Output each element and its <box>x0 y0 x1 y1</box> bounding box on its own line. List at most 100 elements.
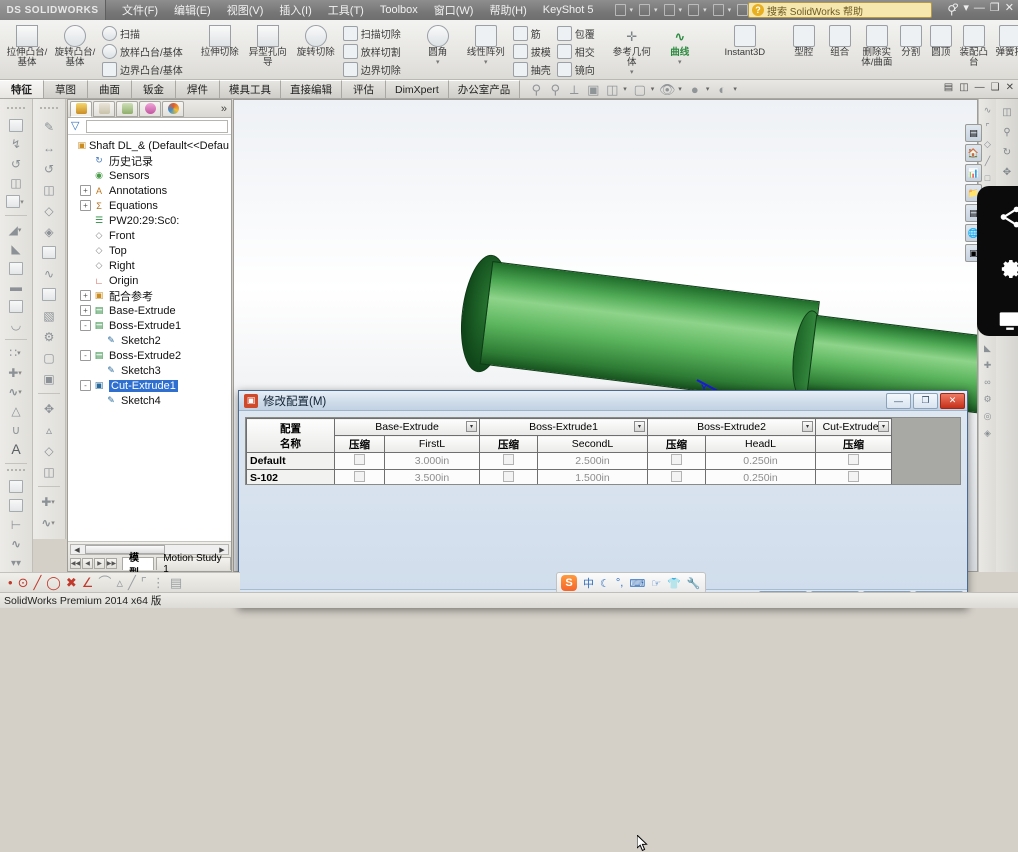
scroll-left-icon[interactable]: ◀ <box>71 545 83 554</box>
tangent-arc-icon[interactable]: ⌒ <box>98 576 111 589</box>
display-delete-relations-icon[interactable]: ∞ <box>981 375 995 389</box>
dialog-close-icon[interactable]: ✕ <box>940 392 965 409</box>
sogou-logo-icon[interactable]: S <box>561 575 577 591</box>
extrude-cut-button[interactable]: 拉伸切除 <box>196 22 244 80</box>
menu-item-view[interactable]: 视图(V) <box>219 0 272 20</box>
skin-icon[interactable]: 👕 <box>667 577 681 590</box>
tree-item-history[interactable]: ↻ 历史记录 <box>70 153 229 168</box>
table-row[interactable]: Default 3.000in 2.500in 0.250in <box>246 452 892 470</box>
move-face-tool-icon[interactable]: ◇ <box>38 441 60 460</box>
group-header-base-extrude[interactable]: Base-Extrude ▾ <box>334 418 480 436</box>
fillet-caret-icon[interactable]: ▾ <box>436 58 440 66</box>
reference-geometry-tool-icon[interactable]: ✚ ▾ <box>5 364 27 381</box>
pattern-tool-icon[interactable]: ✥ <box>38 399 60 418</box>
zoom-to-area-icon[interactable]: ⚲ <box>547 82 563 97</box>
save-icon[interactable] <box>661 2 678 18</box>
new-document-caret-icon[interactable]: ▾ <box>630 6 634 14</box>
curves-tool-icon[interactable]: ∿ ▾ <box>5 383 27 400</box>
wrap-tool-icon[interactable] <box>38 243 60 262</box>
open-document-icon[interactable] <box>636 2 653 18</box>
menu-item-toolbox[interactable]: Toolbox <box>372 2 426 18</box>
expander[interactable] <box>92 335 103 346</box>
spline-tool-icon[interactable]: ∿ <box>5 536 27 553</box>
tree-item-boss-extrude2[interactable]: - ▤ Boss-Extrude2 <box>70 348 229 363</box>
offset-icon[interactable]: ╱ <box>128 576 136 589</box>
expand-toolbar-icon[interactable]: ▾▾ <box>5 555 27 572</box>
print-caret-icon[interactable]: ▾ <box>703 6 707 14</box>
first-tab-icon[interactable]: ◀◀ <box>70 558 81 569</box>
draft-button[interactable]: 拔模 <box>510 42 554 60</box>
expander[interactable]: + <box>80 185 91 196</box>
gear-icon[interactable] <box>995 254 1018 284</box>
reference-geometry-button[interactable]: ✛ 参考几何体 ▾ <box>608 22 656 80</box>
tab-sketch[interactable]: 草图 <box>44 80 88 98</box>
tree-item-right-plane[interactable]: ◇ Right <box>70 258 229 273</box>
construction-geometry-icon[interactable]: ⋮ <box>152 576 165 589</box>
loft-cut-button[interactable]: 放样切割 <box>340 42 404 60</box>
sketch-entities-icon[interactable]: ∿ <box>981 103 995 117</box>
menu-item-tools[interactable]: 工具(T) <box>320 0 372 20</box>
group-header-boss-extrude1[interactable]: Boss-Extrude1 ▾ <box>479 418 648 436</box>
linear-pattern-caret-icon[interactable]: ▾ <box>484 58 488 66</box>
cell-suppress-s102-2[interactable] <box>479 469 538 484</box>
moon-icon[interactable]: ☾ <box>600 577 610 590</box>
surface-tool-icon[interactable]: △ <box>5 402 27 419</box>
keyboard-icon[interactable]: ⌨ <box>629 577 645 590</box>
voice-icon[interactable]: ☞ <box>651 577 661 590</box>
chamfer-tool-icon[interactable]: ◣ <box>5 240 27 257</box>
help-button[interactable]: ? <box>952 2 958 14</box>
expander[interactable] <box>70 140 76 151</box>
tree-item-origin[interactable]: ∟ Origin <box>70 273 229 288</box>
indent-tool-icon[interactable]: ⚙ <box>38 327 60 346</box>
expander[interactable] <box>80 170 91 181</box>
cell-secondl-s102[interactable]: 1.500in <box>537 469 648 484</box>
linear-pattern-tool-icon[interactable]: ∷ ▾ <box>5 345 27 362</box>
dimension-icon[interactable]: ▤ <box>170 576 182 589</box>
tree-item-sketch3[interactable]: ✎ Sketch3 <box>70 363 229 378</box>
scene-icon[interactable]: ◐ <box>714 82 730 97</box>
extrude-boss-tool-icon[interactable] <box>5 117 27 134</box>
undo-caret-icon[interactable]: ▾ <box>728 6 732 14</box>
expander[interactable]: + <box>80 200 91 211</box>
shell-tool-icon[interactable] <box>5 259 27 276</box>
hide-show-caret-icon[interactable]: ▾ <box>678 85 682 93</box>
last-tab-icon[interactable]: ▶▶ <box>106 558 117 569</box>
dimxpert-manager-tab[interactable] <box>139 100 161 117</box>
dialog-minimize-icon[interactable]: — <box>886 392 911 409</box>
circle-center-icon[interactable]: ⊙ <box>18 576 29 589</box>
help-caret-icon[interactable]: ▾ <box>963 1 969 14</box>
cell-headl-s102[interactable]: 0.250in <box>705 469 816 484</box>
feature-manager-tab[interactable] <box>70 100 92 117</box>
rotate-view-icon[interactable]: ↻ <box>999 145 1015 160</box>
expander[interactable]: - <box>80 380 91 391</box>
loft-tool-icon[interactable]: ◫ <box>5 174 27 191</box>
rapid-sketch-icon[interactable]: ◈ <box>981 426 995 440</box>
fillet-button[interactable]: 圆角 ▾ <box>414 22 462 80</box>
minimize-icon[interactable]: — <box>974 2 985 14</box>
mirror-entities-icon[interactable]: ▵ <box>116 576 123 589</box>
hide-show-icon[interactable]: 👁 <box>659 82 676 97</box>
expander[interactable] <box>80 260 91 271</box>
mirror-button[interactable]: 镜向 <box>554 60 598 78</box>
print-icon[interactable] <box>685 2 702 18</box>
zoom-in-icon[interactable]: ⚲ <box>999 125 1015 140</box>
tab-surfaces[interactable]: 曲面 <box>88 80 132 98</box>
hole-wizard-tool-icon[interactable]: ◇ <box>38 201 60 220</box>
tree-filter-input[interactable] <box>86 119 228 133</box>
hole-wizard-button[interactable]: 异型孔向导 <box>244 22 292 80</box>
combine-button[interactable]: 组合 <box>822 22 858 80</box>
delete-relation-icon[interactable]: ✖ <box>66 576 77 589</box>
tile-vertical-icon[interactable]: ◫ <box>959 82 968 93</box>
sweep-tool-icon[interactable]: ↺ <box>5 155 27 172</box>
tab-features[interactable]: 特征 <box>0 80 44 98</box>
shell-button[interactable]: 抽壳 <box>510 60 554 78</box>
sweep-cut-button[interactable]: 扫描切除 <box>340 24 404 42</box>
tree-item-sensors[interactable]: ◉ Sensors <box>70 168 229 183</box>
combine-tool-icon[interactable]: ◫ <box>38 462 60 481</box>
new-document-icon[interactable] <box>612 2 629 18</box>
intersect-button[interactable]: 相交 <box>554 42 598 60</box>
share-icon[interactable] <box>995 202 1018 232</box>
expander[interactable] <box>92 365 103 376</box>
cell-suppress-default-3[interactable] <box>647 452 706 470</box>
chevron-down-icon[interactable]: ▾ <box>634 421 645 432</box>
